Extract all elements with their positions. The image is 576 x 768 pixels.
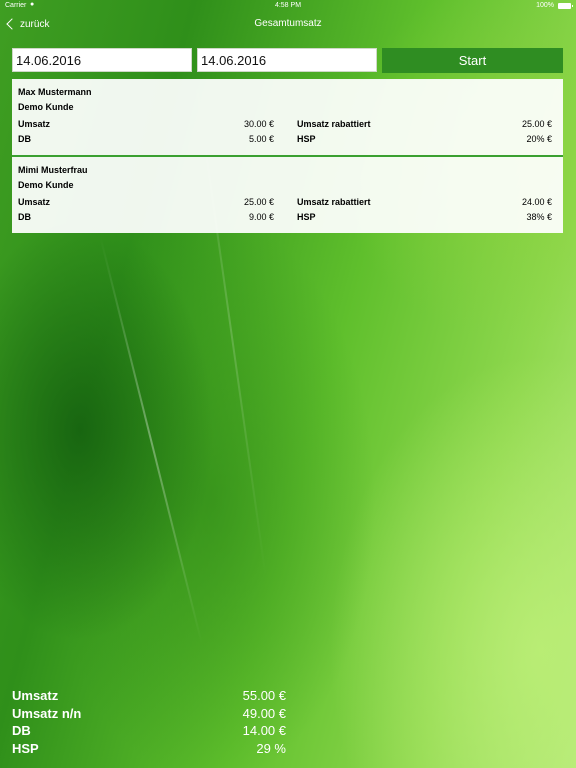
background-streak xyxy=(99,235,203,645)
umsatz-rabattiert-value: 24.00 € xyxy=(521,197,552,207)
total-label: DB xyxy=(12,723,31,738)
date-to-field[interactable]: 14.06.2016 xyxy=(197,48,377,72)
status-bar: Carrier ● 4:58 PM 100% xyxy=(0,0,576,12)
totals-summary: Umsatz 55.00 € Umsatz n/n 49.00 € DB 14.… xyxy=(12,688,292,758)
battery-percentage: 100% xyxy=(536,2,554,9)
battery-icon xyxy=(558,3,573,9)
total-label: Umsatz n/n xyxy=(12,705,82,721)
total-value: 29 % xyxy=(256,740,286,756)
total-label: Umsatz xyxy=(12,688,59,703)
db-value: 5.00 € xyxy=(248,134,274,144)
list-item[interactable]: Mimi Musterfrau Demo Kunde Umsatz 25.00 … xyxy=(12,157,563,233)
total-value: 55.00 € xyxy=(242,688,286,703)
hsp-label: HSP xyxy=(297,134,316,144)
umsatz-rabattiert-value: 25.00 € xyxy=(521,119,552,129)
page-title: Gesamtumsatz xyxy=(254,18,322,29)
customer-name: Demo Kunde xyxy=(18,180,74,190)
umsatz-value: 30.00 € xyxy=(243,119,274,129)
hsp-value: 38% € xyxy=(526,212,552,222)
hsp-label: HSP xyxy=(297,212,316,222)
db-label: DB xyxy=(18,134,31,144)
total-row-umsatz-nn: Umsatz n/n 49.00 € xyxy=(12,706,292,724)
clock: 4:58 PM xyxy=(274,2,302,9)
total-label: HSP xyxy=(12,740,39,756)
umsatz-label: Umsatz xyxy=(18,119,51,129)
total-value: 14.00 € xyxy=(242,723,286,738)
umsatz-rabattiert-label: Umsatz rabattiert xyxy=(297,197,371,207)
employee-name: Max Mustermann xyxy=(18,87,92,97)
db-value: 9.00 € xyxy=(248,212,274,222)
employee-name: Mimi Musterfrau xyxy=(18,165,88,175)
total-row-hsp: HSP 29 % xyxy=(12,741,292,759)
db-label: DB xyxy=(18,212,31,222)
customer-name: Demo Kunde xyxy=(18,102,74,112)
umsatz-value: 25.00 € xyxy=(243,197,274,207)
umsatz-label: Umsatz xyxy=(18,197,51,207)
date-from-field[interactable]: 14.06.2016 xyxy=(12,48,192,72)
hsp-value: 20% € xyxy=(526,134,552,144)
navigation-bar: zurück Gesamtumsatz xyxy=(0,12,576,36)
total-value: 49.00 € xyxy=(242,705,286,721)
total-row-db: DB 14.00 € xyxy=(12,723,292,741)
list-item[interactable]: Max Mustermann Demo Kunde Umsatz 30.00 €… xyxy=(12,79,563,155)
start-button[interactable]: Start xyxy=(382,48,563,73)
umsatz-rabattiert-label: Umsatz rabattiert xyxy=(297,119,371,129)
total-row-umsatz: Umsatz 55.00 € xyxy=(12,688,292,706)
